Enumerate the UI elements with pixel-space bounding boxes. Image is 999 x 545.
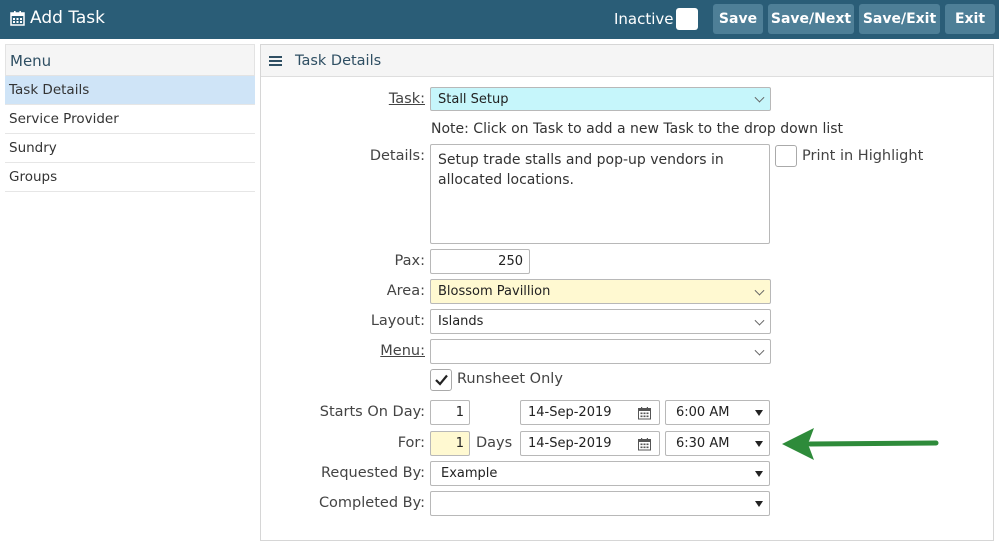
sidebar-item-service-provider[interactable]: Service Provider bbox=[5, 105, 255, 134]
area-select[interactable]: Blossom Pavillion bbox=[430, 279, 771, 304]
task-label[interactable]: Task: bbox=[389, 91, 425, 107]
requested-by-select[interactable]: Example bbox=[430, 461, 770, 486]
for-days-input[interactable]: 1 bbox=[430, 431, 470, 456]
details-label: Details: bbox=[369, 148, 425, 164]
task-value: Stall Setup bbox=[438, 91, 509, 107]
print-highlight-label: Print in Highlight bbox=[802, 148, 924, 164]
sidebar-item-task-details[interactable]: Task Details bbox=[5, 76, 255, 105]
dropdown-arrow-icon bbox=[755, 470, 763, 477]
page-title: Add Task bbox=[10, 8, 105, 28]
pax-input[interactable]: 250 bbox=[430, 249, 530, 274]
calendar-icon[interactable] bbox=[638, 437, 651, 450]
save-next-button[interactable]: Save/Next bbox=[768, 4, 854, 34]
starts-day-input[interactable]: 1 bbox=[430, 400, 470, 425]
starts-on-day-label: Starts On Day: bbox=[319, 404, 425, 420]
hamburger-icon[interactable] bbox=[269, 54, 282, 68]
task-select[interactable]: Stall Setup bbox=[430, 87, 771, 111]
chevron-down-icon bbox=[754, 345, 765, 356]
starts-date-value: 14-Sep-2019 bbox=[528, 405, 612, 420]
end-time-select[interactable]: 6:30 AM bbox=[665, 431, 770, 456]
starts-date-input[interactable]: 14-Sep-2019 bbox=[520, 400, 660, 425]
calendar-icon bbox=[10, 11, 25, 26]
pax-label: Pax: bbox=[394, 253, 425, 269]
layout-select[interactable]: Islands bbox=[430, 309, 771, 334]
exit-button[interactable]: Exit bbox=[945, 4, 995, 34]
starts-day-value: 1 bbox=[455, 405, 464, 420]
for-days-value: 1 bbox=[455, 436, 464, 451]
layout-label: Layout: bbox=[370, 313, 425, 329]
panel-header: Task Details bbox=[261, 45, 993, 77]
runsheet-only-label: Runsheet Only bbox=[457, 371, 563, 387]
calendar-icon[interactable] bbox=[638, 406, 651, 419]
end-date-input[interactable]: 14-Sep-2019 bbox=[520, 431, 660, 456]
inactive-label: Inactive bbox=[614, 10, 674, 28]
save-exit-button[interactable]: Save/Exit bbox=[859, 4, 940, 34]
days-unit-label: Days bbox=[476, 435, 513, 451]
print-highlight-checkbox[interactable] bbox=[775, 145, 797, 167]
starts-time-select[interactable]: 6:00 AM bbox=[665, 400, 770, 425]
sidebar-item-groups[interactable]: Groups bbox=[5, 163, 255, 192]
menu-select[interactable] bbox=[430, 339, 771, 364]
save-button[interactable]: Save bbox=[713, 4, 763, 34]
sidebar-heading: Menu bbox=[5, 44, 255, 76]
top-bar: Add Task Inactive Save Save/Next Save/Ex… bbox=[0, 0, 999, 39]
page-title-text: Add Task bbox=[30, 8, 106, 28]
chevron-down-icon bbox=[754, 92, 765, 103]
chevron-down-icon bbox=[754, 315, 765, 326]
sidebar: Menu Task Details Service Provider Sundr… bbox=[5, 44, 255, 192]
end-date-value: 14-Sep-2019 bbox=[528, 436, 612, 451]
chevron-down-icon bbox=[754, 285, 765, 296]
details-textarea[interactable]: Setup trade stalls and pop-up vendors in… bbox=[430, 144, 770, 244]
runsheet-only-checkbox[interactable] bbox=[430, 369, 452, 391]
pax-value: 250 bbox=[498, 254, 523, 269]
sidebar-item-sundry[interactable]: Sundry bbox=[5, 134, 255, 163]
checkmark-icon bbox=[435, 374, 448, 386]
inactive-checkbox[interactable] bbox=[676, 8, 698, 30]
green-arrow-annotation bbox=[782, 428, 939, 460]
dropdown-arrow-icon bbox=[755, 409, 763, 416]
requested-by-label: Requested By: bbox=[321, 465, 425, 481]
area-value: Blossom Pavillion bbox=[438, 284, 551, 299]
menu-label[interactable]: Menu: bbox=[380, 343, 425, 359]
completed-by-select[interactable] bbox=[430, 491, 770, 516]
panel-title: Task Details bbox=[295, 52, 382, 69]
layout-value: Islands bbox=[438, 314, 484, 329]
requested-by-value: Example bbox=[441, 466, 498, 481]
starts-time-value: 6:00 AM bbox=[676, 405, 730, 420]
dropdown-arrow-icon bbox=[755, 440, 763, 447]
area-label: Area: bbox=[386, 283, 425, 299]
for-label: For: bbox=[397, 435, 425, 451]
dropdown-arrow-icon bbox=[755, 500, 763, 507]
task-note: Note: Click on Task to add a new Task to… bbox=[431, 121, 844, 137]
end-time-value: 6:30 AM bbox=[676, 436, 730, 451]
completed-by-label: Completed By: bbox=[318, 495, 425, 511]
